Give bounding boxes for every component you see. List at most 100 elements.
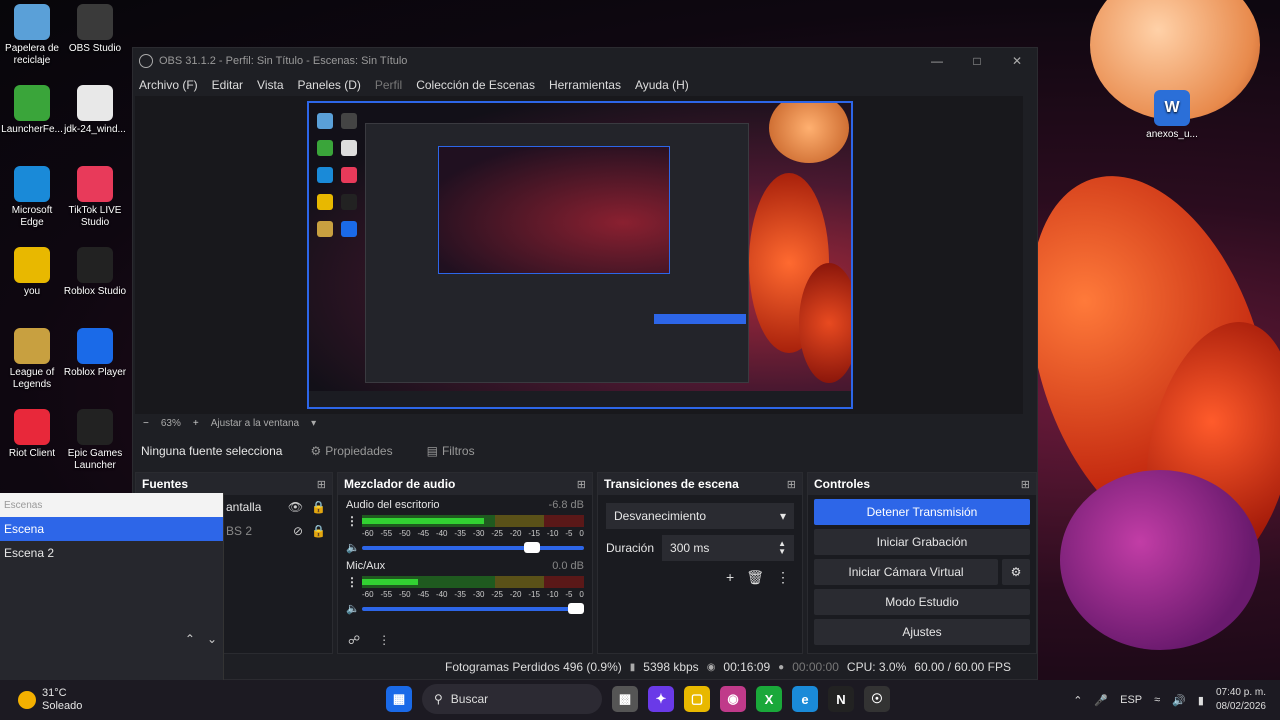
desktop-icon[interactable]: LauncherFe... <box>0 85 64 136</box>
edge-icon[interactable]: e <box>792 686 818 712</box>
task-view-icon[interactable]: ▩ <box>612 686 638 712</box>
clock[interactable]: 07:40 p. m. 08/02/2026 <box>1216 686 1266 714</box>
microphone-icon[interactable]: 🎤 <box>1094 694 1108 707</box>
kebab-menu-icon[interactable]: ⋮ <box>776 569 790 586</box>
obs-icon[interactable]: ☉ <box>864 686 890 712</box>
chevron-up-icon[interactable]: ⌃ <box>1073 694 1082 707</box>
start-button[interactable]: ▦ <box>386 686 412 712</box>
duration-spinbox[interactable]: 300 ms ▲ ▼ <box>662 535 794 561</box>
speaker-icon[interactable]: 🔊 <box>1172 694 1186 707</box>
transitions-title: Transiciones de escena <box>604 477 739 491</box>
volume-slider[interactable] <box>362 541 584 553</box>
studio-mode-button[interactable]: Modo Estudio <box>814 589 1030 615</box>
eye-hidden-icon[interactable]: ⊘ <box>293 524 303 538</box>
scene-item[interactable]: Escena 2 <box>0 541 223 565</box>
xbox-icon[interactable]: X <box>756 686 782 712</box>
zoom-out-button[interactable]: − <box>143 418 149 429</box>
popout-icon[interactable]: ⊞ <box>787 478 796 491</box>
gear-icon[interactable]: ⚙ <box>1002 559 1030 585</box>
app-icon[interactable]: ◉ <box>720 686 746 712</box>
desktop-icon[interactable]: Epic Games Launcher <box>63 409 127 472</box>
desktop-icon-word-doc[interactable]: W anexos_u... <box>1140 90 1204 141</box>
desktop-icon[interactable]: you <box>0 247 64 298</box>
desktop-icon[interactable]: Microsoft Edge <box>0 166 64 229</box>
duration-label: Duración <box>606 541 655 555</box>
desktop-icon-label: you <box>23 286 41 297</box>
preview-canvas[interactable] <box>307 101 853 409</box>
preview-wallpaper-shape <box>769 103 849 163</box>
desktop-icon[interactable]: Roblox Player <box>63 328 127 379</box>
trash-icon[interactable]: 🗑 <box>746 569 764 586</box>
settings-button[interactable]: Ajustes <box>814 619 1030 645</box>
chevron-down-icon[interactable]: ⌄ <box>207 632 217 646</box>
popout-icon[interactable]: ⊞ <box>577 478 586 491</box>
channel-name: Audio del escritorio <box>346 499 440 511</box>
language-indicator[interactable]: ESP <box>1120 694 1142 706</box>
wifi-icon[interactable]: ≈ <box>1154 694 1160 706</box>
kebab-menu-icon[interactable]: ⋮ <box>346 514 358 528</box>
popout-icon[interactable]: ⊞ <box>1021 478 1030 491</box>
chevron-down-icon[interactable]: ▾ <box>311 418 316 429</box>
chrome-icon <box>14 247 50 283</box>
minimize-button[interactable]: — <box>917 54 957 68</box>
desktop-icon[interactable]: OBS Studio <box>63 4 127 55</box>
edge-icon <box>14 166 50 202</box>
slider-handle[interactable] <box>523 541 540 553</box>
copilot-icon[interactable]: ✦ <box>648 686 674 712</box>
menu-vista[interactable]: Vista <box>257 78 283 92</box>
maximize-button[interactable]: □ <box>957 54 997 68</box>
scale-tick: -50 <box>398 529 411 538</box>
menu-archivo[interactable]: Archivo (F) <box>139 78 198 92</box>
desktop-icon-label: TikTok LIVE Studio <box>68 205 122 228</box>
zoom-in-button[interactable]: + <box>193 418 199 429</box>
volume-slider[interactable] <box>362 602 584 614</box>
filters-button[interactable]: ▤ Filtros <box>421 440 481 462</box>
menu-perfil[interactable]: Perfil <box>375 78 402 92</box>
menu-editar[interactable]: Editar <box>212 78 243 92</box>
sources-title: Fuentes <box>142 477 189 491</box>
folder-icon[interactable]: ▢ <box>684 686 710 712</box>
start-recording-button[interactable]: Iniciar Grabación <box>814 529 1030 555</box>
close-button[interactable]: ✕ <box>997 54 1037 68</box>
weather-widget[interactable]: 31°C Soleado <box>0 687 82 713</box>
desktop-icon[interactable]: Riot Client <box>0 409 64 460</box>
mixer-header: Mezclador de audio ⊞ <box>338 473 592 495</box>
transition-select[interactable]: Desvanecimiento ▾ <box>606 503 794 529</box>
kebab-menu-icon[interactable]: ⋮ <box>346 575 358 589</box>
slider-handle[interactable] <box>568 602 584 614</box>
desktop-icon[interactable]: Papelera de reciclaje <box>0 4 64 67</box>
battery-icon[interactable]: ▮ <box>1198 694 1204 707</box>
menu-paneles[interactable]: Paneles (D) <box>298 78 361 92</box>
desktop-icon[interactable]: jdk-24_wind... <box>63 85 127 136</box>
desktop-icon[interactable]: League of Legends <box>0 328 64 391</box>
popout-icon[interactable]: ⊞ <box>317 478 326 491</box>
menu-ayuda[interactable]: Ayuda (H) <box>635 78 689 92</box>
lock-icon[interactable]: 🔒 <box>311 524 326 538</box>
title-bar: OBS 31.1.2 - Perfil: Sin Título - Escena… <box>133 48 1037 74</box>
menu-coleccion[interactable]: Colección de Escenas <box>416 78 535 92</box>
properties-button[interactable]: ⚙ Propiedades <box>304 440 398 462</box>
kebab-menu-icon[interactable]: ⋮ <box>378 633 390 647</box>
menu-herramientas[interactable]: Herramientas <box>549 78 621 92</box>
system-tray: ⌃ 🎤 ESP ≈ 🔊 ▮ 07:40 p. m. 08/02/2026 <box>1073 686 1266 714</box>
scale-tick: -60 <box>362 529 374 538</box>
eye-icon[interactable]: 👁 <box>288 500 303 514</box>
scene-item[interactable]: Escena <box>0 517 223 541</box>
speaker-icon[interactable]: 🔈 <box>346 541 360 554</box>
desktop-icon[interactable]: Roblox Studio <box>63 247 127 298</box>
stop-streaming-button[interactable]: Detener Transmisión <box>814 499 1030 525</box>
desktop-icon[interactable]: TikTok LIVE Studio <box>63 166 127 229</box>
speaker-icon[interactable]: 🔈 <box>346 602 360 615</box>
lock-icon[interactable]: 🔒 <box>311 500 326 514</box>
transitions-header: Transiciones de escena ⊞ <box>598 473 802 495</box>
notion-icon[interactable]: N <box>828 686 854 712</box>
link-icon[interactable]: ☍ <box>348 633 360 647</box>
transitions-dock: Transiciones de escena ⊞ Desvanecimiento… <box>597 472 803 654</box>
chevron-down-icon: ▾ <box>779 509 786 523</box>
chevron-up-icon[interactable]: ⌃ <box>185 632 195 646</box>
add-icon[interactable]: + <box>726 569 734 586</box>
search-box[interactable]: ⚲ Buscar <box>422 684 602 714</box>
spin-arrows-icon[interactable]: ▲ ▼ <box>778 540 786 556</box>
virtual-camera-button[interactable]: Iniciar Cámara Virtual <box>814 559 998 585</box>
meter-scale: -60 -55 -50 -45 -40 -35 -30 -25 -20 -15 -10 -5 0 <box>346 590 584 599</box>
